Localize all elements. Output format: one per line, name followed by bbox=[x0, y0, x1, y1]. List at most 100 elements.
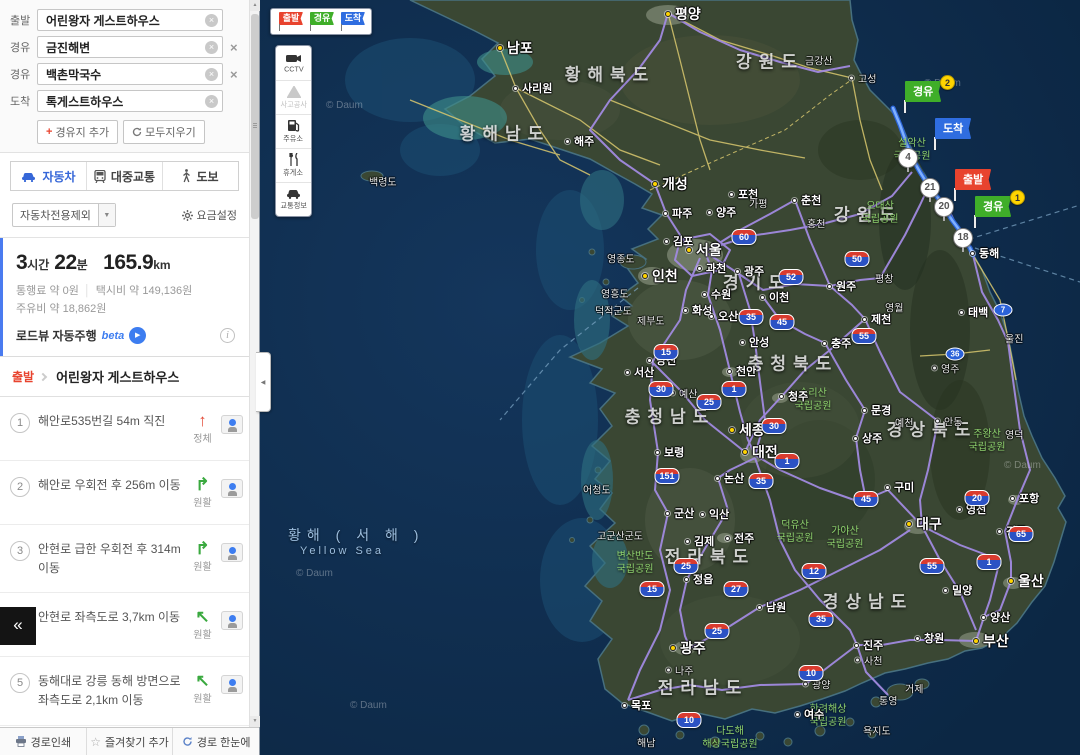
roadview-icon[interactable] bbox=[221, 415, 243, 434]
route-step-marker[interactable]: 18 bbox=[953, 228, 973, 248]
scroll-up-icon[interactable]: ▲ bbox=[250, 0, 260, 11]
city-dot-icon bbox=[957, 507, 962, 512]
tab-car[interactable]: 자동차 bbox=[11, 162, 86, 190]
turn-arrow-icon: ↱ bbox=[188, 476, 217, 493]
set-destination-button[interactable]: 도착 bbox=[339, 12, 365, 31]
chevron-down-icon: ▼ bbox=[98, 204, 115, 226]
origin-header: 출발 어린왕자 게스트하우스 bbox=[0, 357, 249, 397]
roadview-icon[interactable] bbox=[221, 675, 243, 694]
roadview-icon[interactable] bbox=[221, 479, 243, 498]
scrollbar-thumb[interactable] bbox=[251, 14, 259, 219]
city-dot-icon bbox=[702, 292, 707, 297]
step-number: 5 bbox=[10, 673, 30, 693]
roadview-play-button[interactable]: ▶ bbox=[129, 327, 146, 344]
traffic-status: 정체 bbox=[188, 430, 217, 445]
route-steps-list: 1 해안로535번길 54m 직진 ↑ 정체 2 bbox=[0, 397, 249, 727]
rest-area-tool-button[interactable]: 휴게소 bbox=[276, 148, 311, 182]
route-step-marker[interactable]: 4 bbox=[898, 148, 918, 168]
city-label: 사천 bbox=[855, 653, 882, 668]
route-step-marker[interactable]: 20 bbox=[934, 197, 954, 217]
tab-transit[interactable]: 대중교통 bbox=[86, 162, 162, 190]
route-step-row[interactable]: 2 해안로 우회전 후 256m 이동 ↱ 원활 bbox=[0, 461, 249, 525]
origin-name: 어린왕자 게스트하우스 bbox=[56, 367, 179, 386]
province-label: 황해북도 bbox=[565, 61, 656, 86]
city-label: 통영 bbox=[879, 693, 897, 708]
roadview-icon[interactable] bbox=[221, 543, 243, 562]
city-dot-icon bbox=[715, 476, 720, 481]
step-instruction: 안현로 급한 우회전 후 314m 이동 bbox=[38, 540, 188, 577]
remove-waypoint-icon[interactable]: × bbox=[230, 68, 238, 81]
location-input[interactable]: 어린왕자 게스트하우스 × bbox=[37, 9, 223, 31]
refresh-icon bbox=[132, 127, 142, 137]
expressway-shield-icon: 15 bbox=[654, 344, 679, 360]
scroll-down-icon[interactable]: ▼ bbox=[250, 716, 260, 727]
province-label: 강원도 bbox=[736, 48, 804, 73]
route-option-select[interactable]: 자동차전용제외 ▼ bbox=[12, 203, 116, 227]
route-step-row[interactable]: 3 안현로 급한 우회전 후 314m 이동 ↱ 원활 bbox=[0, 525, 249, 593]
remove-waypoint-icon[interactable]: × bbox=[230, 41, 238, 54]
city-label: 익산 bbox=[700, 506, 729, 522]
expressway-shield-icon: 60 bbox=[732, 229, 757, 245]
location-input[interactable]: 백촌막국수 × bbox=[37, 63, 223, 85]
location-input[interactable]: 톡게스트하우스 × bbox=[37, 90, 223, 112]
traffic-info-tool-button[interactable]: 교통정보 bbox=[276, 182, 311, 216]
city-dot-icon bbox=[915, 636, 920, 641]
city-label: 서울 bbox=[686, 240, 722, 260]
route-step-row[interactable]: 5 동해대로 강릉 동해 방면으로 좌측도로 2,1km 이동 ↖ 원활 bbox=[0, 657, 249, 725]
city-label: 진주 bbox=[854, 637, 883, 653]
traffic-status: 원활 bbox=[188, 626, 217, 641]
set-waypoint-button[interactable]: 경유 bbox=[308, 12, 334, 31]
step-instruction: 안현로 좌측도로 3,7km 이동 bbox=[38, 608, 188, 627]
city-label: 가평 bbox=[749, 196, 767, 211]
city-dot-icon bbox=[663, 211, 668, 216]
route-step-row[interactable]: 1 해안로535번길 54m 직진 ↑ 정체 bbox=[0, 397, 249, 461]
city-dot-icon bbox=[683, 308, 688, 313]
traffic-status: 원활 bbox=[188, 494, 217, 509]
expressway-shield-icon: 25 bbox=[674, 558, 699, 574]
clear-all-button[interactable]: 모두지우기 bbox=[123, 120, 205, 144]
location-input[interactable]: 금진해변 × bbox=[37, 36, 223, 58]
roadview-icon[interactable] bbox=[221, 611, 243, 630]
roadview-autodrive-label: 로드뷰 자동주행 bbox=[16, 327, 97, 344]
tab-walk[interactable]: 도보 bbox=[162, 162, 238, 190]
fare-settings-button[interactable]: 요금설정 bbox=[182, 207, 237, 223]
city-label: 원주 bbox=[827, 278, 856, 294]
city-label: 수원 bbox=[702, 286, 731, 302]
city-label: 천안 bbox=[727, 363, 756, 379]
add-waypoint-button[interactable]: + 경유지 추가 bbox=[37, 120, 118, 144]
cctv-tool-button[interactable]: CCTV bbox=[276, 46, 311, 80]
city-label: 양주 bbox=[707, 204, 736, 220]
turn-arrow-icon: ↑ bbox=[188, 412, 217, 429]
city-label: 제부도 bbox=[637, 313, 665, 328]
clear-field-icon[interactable]: × bbox=[205, 68, 218, 81]
city-dot-icon bbox=[684, 577, 689, 582]
sidebar-toggle-handle[interactable]: ◀ bbox=[256, 352, 271, 412]
add-favorite-button[interactable]: ☆ 즐겨찾기 추가 bbox=[86, 728, 173, 755]
info-icon[interactable]: i bbox=[220, 328, 235, 343]
route-overview-button[interactable]: 경로 한눈에 bbox=[172, 728, 259, 755]
collapse-panel-button[interactable]: « bbox=[0, 607, 36, 645]
city-dot-icon bbox=[513, 86, 518, 91]
accident-construction-tool-button[interactable]: 사고공사 bbox=[276, 80, 311, 114]
expressway-shield-icon: 30 bbox=[649, 381, 674, 397]
flag-label: 경유 bbox=[905, 81, 941, 102]
clear-field-icon[interactable]: × bbox=[205, 95, 218, 108]
clear-field-icon[interactable]: × bbox=[205, 14, 218, 27]
map-canvas[interactable]: 황해북도황해남도강원도강원도경기도충청북도충청남도경상북도전라북도경상남도전라남… bbox=[260, 0, 1080, 755]
city-label: 개성 bbox=[652, 174, 688, 194]
print-route-button[interactable]: 경로인쇄 bbox=[0, 728, 86, 755]
clear-field-icon[interactable]: × bbox=[205, 41, 218, 54]
star-icon: ☆ bbox=[90, 735, 101, 749]
city-dot-icon bbox=[854, 643, 859, 648]
city-label: 포항 bbox=[1010, 490, 1039, 506]
location-value: 톡게스트하우스 bbox=[46, 93, 123, 110]
route-step-row[interactable]: 4 안현로 좌측도로 3,7km 이동 ↖ 원활 bbox=[0, 593, 249, 657]
set-origin-button[interactable]: 출발 bbox=[277, 12, 303, 31]
route-duration-distance: 3시간22분 165.9km bbox=[16, 251, 235, 275]
city-label: 덕적군도 bbox=[595, 303, 632, 318]
city-label: 해남 bbox=[637, 735, 655, 750]
city-label: 욕지도 bbox=[863, 723, 891, 738]
route-step-marker[interactable]: 21 bbox=[920, 178, 940, 198]
gas-station-tool-button[interactable]: 주유소 bbox=[276, 114, 311, 148]
step-number: 2 bbox=[10, 477, 30, 497]
